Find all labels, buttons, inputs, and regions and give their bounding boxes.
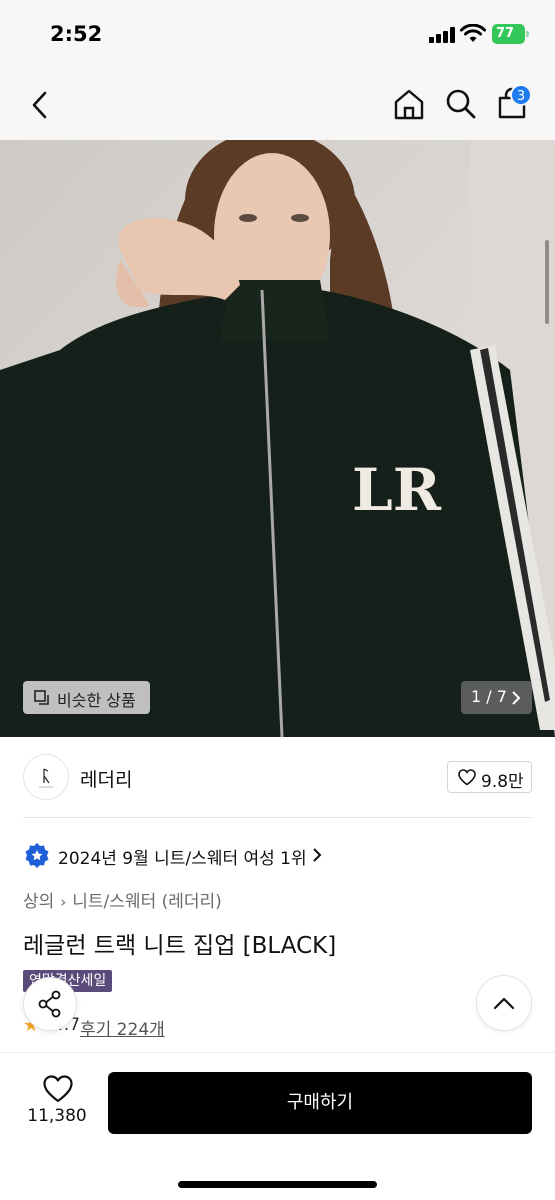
cellular-signal-icon bbox=[429, 27, 455, 43]
back-arrow-icon[interactable] bbox=[22, 87, 58, 123]
divider bbox=[23, 817, 532, 818]
brand-like-button[interactable]: 9.8만 bbox=[447, 761, 532, 793]
brand-like-count: 9.8만 bbox=[481, 772, 524, 792]
buy-button[interactable]: 구매하기 bbox=[108, 1072, 532, 1134]
similar-products-label: 비슷한 상품 bbox=[57, 691, 136, 710]
chevron-right-icon[interactable] bbox=[312, 848, 322, 862]
top-navigation: 3 bbox=[0, 70, 555, 140]
model-photo: LR bbox=[0, 140, 555, 737]
breadcrumb-item[interactable]: 상의 bbox=[23, 887, 54, 912]
breadcrumb-item[interactable]: 니트/스웨터 (레더리) bbox=[72, 887, 222, 912]
ranking-link[interactable]: 2024년 9월 니트/스웨터 여성 1위 bbox=[58, 844, 307, 869]
home-indicator bbox=[178, 1181, 377, 1188]
copy-icon bbox=[34, 690, 49, 705]
search-icon[interactable] bbox=[443, 86, 479, 122]
wifi-icon bbox=[460, 24, 486, 42]
breadcrumb: 상의 › 니트/스웨터 (레더리) bbox=[23, 887, 222, 912]
status-time: 2:52 bbox=[50, 22, 103, 46]
brand-name[interactable]: 레더리 bbox=[80, 765, 132, 792]
cart-count-badge: 3 bbox=[510, 84, 532, 106]
scroll-indicator bbox=[545, 240, 549, 324]
battery-icon: 77 bbox=[492, 24, 529, 44]
product-title: 레글런 트랙 니트 집업 [BLACK] bbox=[23, 933, 337, 959]
share-button[interactable] bbox=[23, 977, 77, 1031]
product-image[interactable]: LR bbox=[0, 140, 555, 737]
battery-level: 77 bbox=[492, 24, 525, 44]
wish-count: 11,380 bbox=[27, 1106, 87, 1126]
chevron-right-icon bbox=[512, 691, 521, 705]
chevron-right-icon: › bbox=[60, 893, 67, 911]
similar-products-button[interactable]: 비슷한 상품 bbox=[23, 681, 150, 714]
status-bar: 2:52 77 bbox=[0, 0, 555, 70]
scroll-to-top-button[interactable] bbox=[476, 975, 532, 1031]
heart-outline-icon[interactable] bbox=[42, 1074, 74, 1104]
svg-text:LR: LR bbox=[352, 456, 442, 524]
image-page-indicator: 1 / 7 bbox=[471, 687, 507, 706]
home-icon[interactable] bbox=[391, 86, 427, 122]
brand-logo[interactable] bbox=[23, 754, 69, 800]
image-pager[interactable]: 1 / 7 bbox=[461, 681, 532, 714]
review-link[interactable]: 후기 224개 bbox=[80, 1015, 165, 1040]
brand-logo-mark-icon bbox=[39, 768, 53, 788]
chevron-up-icon bbox=[493, 997, 515, 1010]
share-icon bbox=[38, 990, 61, 1018]
ranking-badge-icon bbox=[25, 843, 49, 868]
heart-outline-icon bbox=[458, 769, 476, 786]
